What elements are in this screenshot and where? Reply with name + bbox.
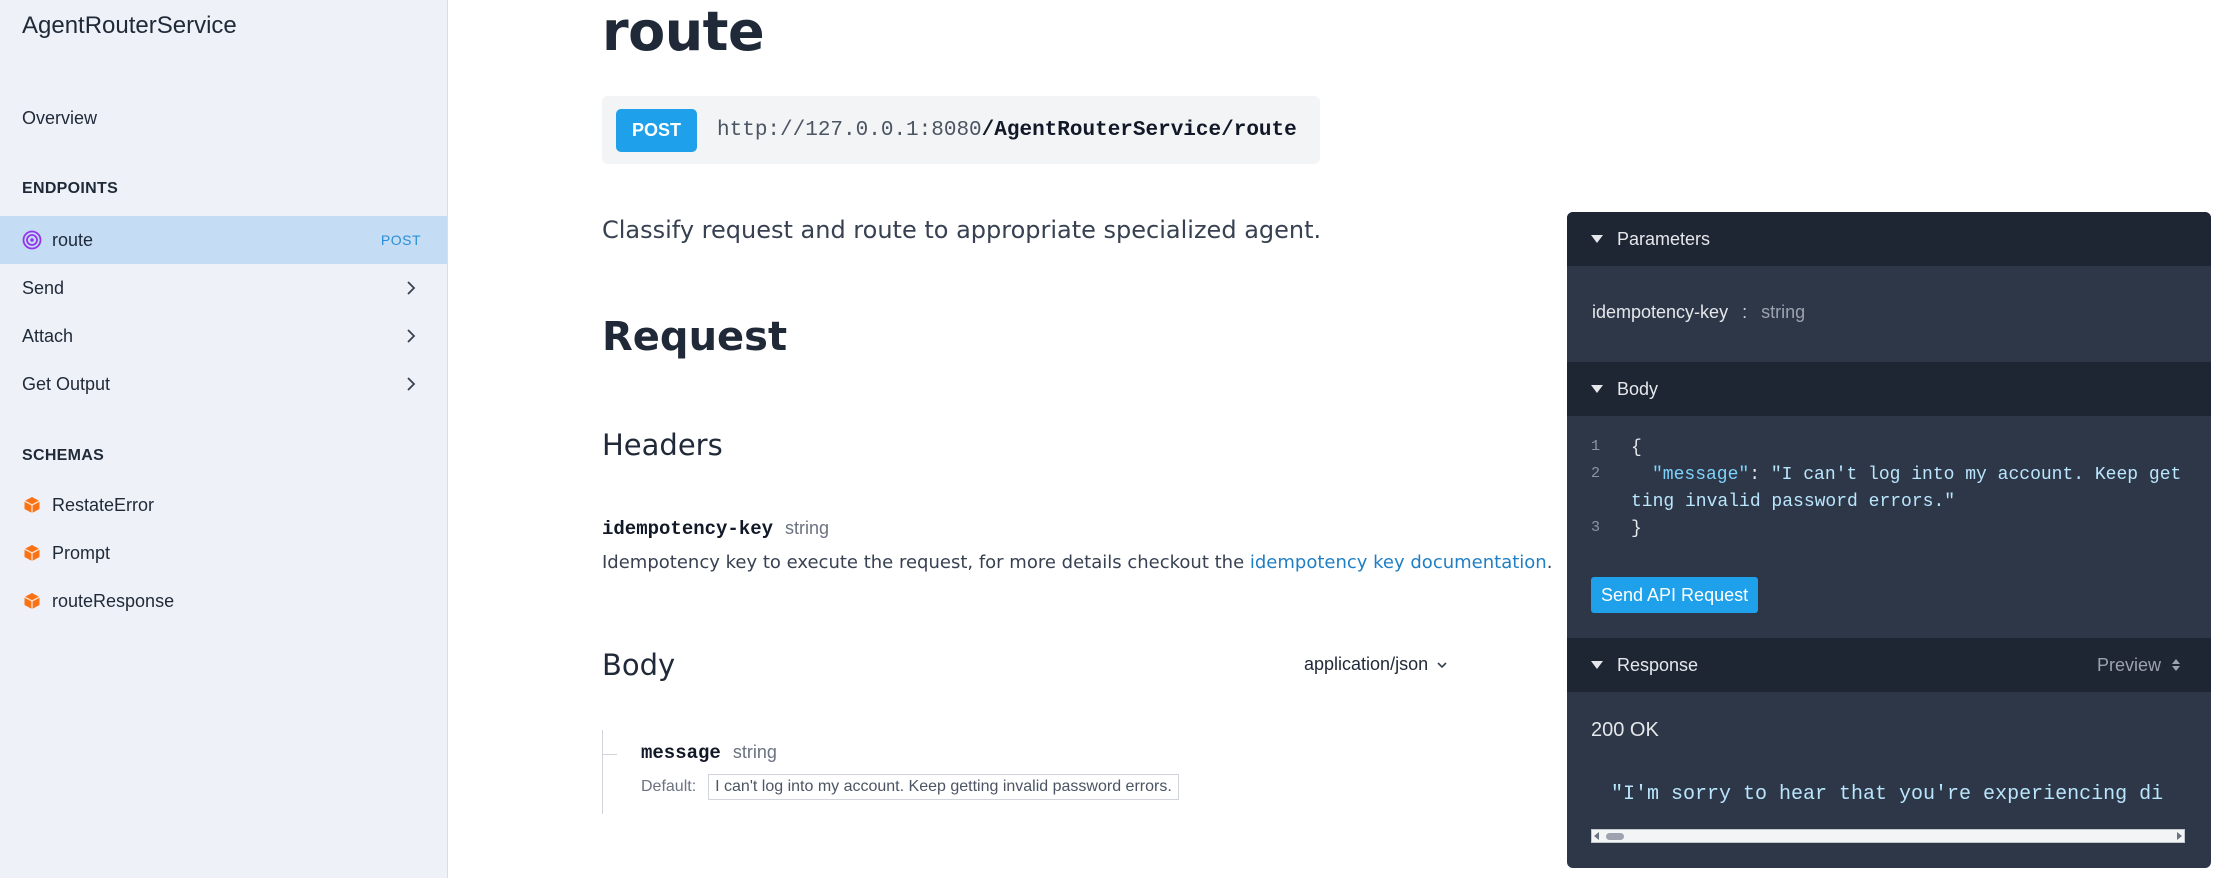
- header-param-name: idempotency-key: [602, 518, 774, 540]
- chevron-right-icon: [407, 377, 416, 391]
- sidebar-item-routeresponse[interactable]: routeResponse: [0, 577, 447, 625]
- sidebar-item-overview[interactable]: Overview: [0, 94, 447, 142]
- method-badge: POST: [380, 232, 421, 248]
- response-toggle[interactable]: Response Preview: [1567, 638, 2211, 692]
- response-label: Response: [1617, 654, 1699, 675]
- panel-param-name: idempotency-key: [1592, 302, 1729, 322]
- code-line: {: [1631, 438, 1642, 458]
- line-number: 2: [1591, 465, 1601, 482]
- body-toggle[interactable]: Body: [1567, 362, 2211, 416]
- line-number: 1: [1591, 438, 1601, 455]
- body-field-name: message: [641, 742, 721, 764]
- default-label: Default:: [641, 778, 697, 795]
- sidebar-item-label: Send: [22, 277, 65, 298]
- sidebar-item-get-output[interactable]: Get Output: [0, 360, 447, 408]
- url-path: /AgentRouterService/route: [981, 118, 1297, 142]
- sidebar-item-label: routeResponse: [52, 590, 175, 611]
- cube-icon: [22, 543, 42, 563]
- sidebar-item-send[interactable]: Send: [0, 264, 447, 312]
- preview-label: Preview: [2096, 654, 2161, 675]
- chevron-right-icon: [407, 329, 416, 343]
- default-row: Default: I can't log into my account. Ke…: [641, 774, 1179, 800]
- idempotency-doc-link[interactable]: idempotency key documentation: [1250, 552, 1547, 573]
- app-root: AgentRouterService Overview ENDPOINTS ro…: [0, 0, 2217, 878]
- code-line: "message": "I can't log into my account.…: [1652, 465, 2181, 485]
- headers-heading: Headers: [602, 428, 723, 462]
- try-it-panel: Parameters idempotency-key: string Body 1…: [1567, 212, 2211, 868]
- cube-icon: [22, 495, 42, 515]
- json-colon: :: [1749, 465, 1771, 485]
- caret-down-icon: [1591, 385, 1603, 393]
- line-number: 3: [1591, 519, 1601, 536]
- sort-updown-icon: [2171, 658, 2181, 672]
- json-key: "message": [1652, 465, 1750, 485]
- endpoint-url-box: POST http://127.0.0.1:8080/AgentRouterSe…: [602, 96, 1320, 164]
- panel-param-separator: :: [1742, 302, 1748, 322]
- chevron-down-icon: [1437, 661, 1447, 668]
- cube-icon: [22, 591, 42, 611]
- panel-param-type: string: [1761, 302, 1806, 322]
- caret-down-icon: [1591, 661, 1603, 669]
- body-label: Body: [1617, 378, 1659, 399]
- sidebar-item-label: route: [52, 229, 94, 250]
- code-line-wrap: ting invalid password errors.": [1631, 492, 1956, 512]
- page-title: route: [602, 0, 765, 63]
- chevron-right-icon: [407, 281, 416, 295]
- default-value: I can't log into my account. Keep gettin…: [708, 774, 1179, 800]
- body-field-type: string: [732, 742, 777, 762]
- content-type-select[interactable]: application/json: [1304, 654, 1448, 675]
- sidebar-item-prompt[interactable]: Prompt: [0, 529, 447, 577]
- scroll-left-icon[interactable]: [1594, 832, 1599, 840]
- brand-title[interactable]: AgentRouterService: [22, 12, 237, 40]
- header-param-description: Idempotency key to execute the request, …: [602, 552, 1552, 573]
- url-host: http://127.0.0.1:8080: [717, 118, 982, 142]
- body-schema-tree: message string Default: I can't log into…: [602, 730, 1302, 814]
- response-body: "I'm sorry to hear that you're experienc…: [1611, 783, 2164, 806]
- send-api-request-button[interactable]: Send API Request: [1591, 577, 1759, 613]
- endpoints-heading: ENDPOINTS: [22, 180, 119, 197]
- sidebar-item-label: Attach: [22, 325, 74, 346]
- target-icon: [22, 230, 42, 250]
- body-field-row: message string: [641, 742, 777, 764]
- response-status: 200 OK: [1591, 719, 1659, 741]
- code-line: }: [1631, 519, 1642, 539]
- schemas-heading: SCHEMAS: [22, 447, 105, 464]
- panel-param-row[interactable]: idempotency-key: string: [1592, 302, 1805, 323]
- horizontal-scrollbar[interactable]: [1591, 829, 2185, 843]
- sidebar: AgentRouterService Overview ENDPOINTS ro…: [0, 0, 448, 878]
- parameters-toggle[interactable]: Parameters: [1567, 212, 2211, 266]
- tree-connector: [603, 754, 617, 755]
- sidebar-item-label: RestateError: [52, 494, 155, 515]
- json-value: "I can't log into my account. Keep get: [1770, 465, 2182, 485]
- content-type-value: application/json: [1304, 654, 1429, 674]
- param-desc-suffix: .: [1546, 552, 1553, 573]
- sidebar-item-route[interactable]: route POST: [0, 216, 447, 264]
- scroll-right-icon[interactable]: [2177, 832, 2182, 840]
- param-desc-text: Idempotency key to execute the request, …: [602, 552, 1250, 573]
- sidebar-item-attach[interactable]: Attach: [0, 312, 447, 360]
- method-badge: POST: [616, 108, 698, 152]
- request-heading: Request: [602, 314, 788, 360]
- body-heading: Body: [602, 648, 676, 682]
- sidebar-item-label: Get Output: [22, 373, 111, 394]
- sidebar-item-restateerror[interactable]: RestateError: [0, 481, 447, 529]
- caret-down-icon: [1591, 235, 1603, 243]
- scrollbar-thumb[interactable]: [1606, 833, 1624, 840]
- endpoint-description: Classify request and route to appropriat…: [602, 216, 1322, 244]
- preview-select[interactable]: Preview: [2097, 655, 2181, 676]
- parameters-label: Parameters: [1617, 228, 1711, 249]
- header-param-type: string: [785, 518, 830, 538]
- header-param-row: idempotency-key string: [602, 518, 829, 540]
- sidebar-item-label: Prompt: [52, 542, 111, 563]
